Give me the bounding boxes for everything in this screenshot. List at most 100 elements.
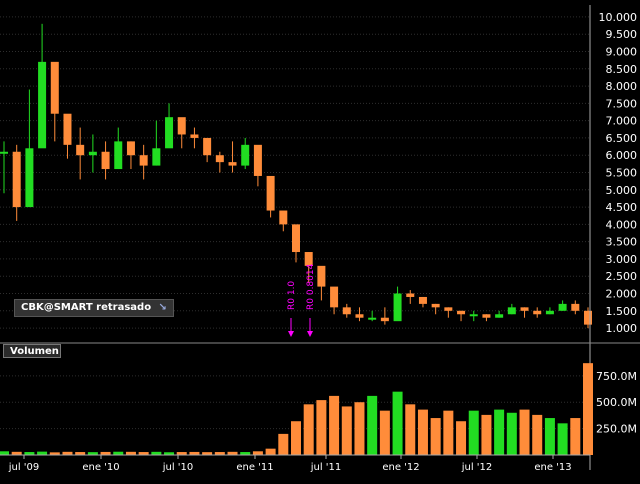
candle-body xyxy=(165,117,174,149)
candle-body xyxy=(406,293,415,297)
price-tick-label: 6.000 xyxy=(606,149,638,162)
annotations: R0 1.0 R0 0.8014 xyxy=(287,263,316,337)
volume-bar xyxy=(252,451,263,455)
candle-body xyxy=(215,155,224,163)
price-tick-label: 1.500 xyxy=(606,305,638,318)
candle-body xyxy=(355,314,364,318)
volume-bar xyxy=(303,404,314,455)
volume-bar xyxy=(583,363,593,455)
volume-bar xyxy=(379,410,390,455)
volume-bar xyxy=(291,421,301,455)
price-tick-label: 2.500 xyxy=(606,270,638,283)
candle-body xyxy=(571,303,580,311)
volume-bar xyxy=(544,418,555,455)
volume-bar xyxy=(329,395,340,455)
price-tick-label: 7.000 xyxy=(606,115,638,128)
volume-bar xyxy=(316,400,327,455)
candle-body xyxy=(558,303,567,311)
volume-bar xyxy=(417,409,428,455)
volume-bar xyxy=(570,418,581,455)
volume-bar xyxy=(532,414,543,455)
candle-body xyxy=(507,307,516,315)
candle-body xyxy=(545,310,554,315)
volume-bar xyxy=(0,451,9,455)
candle-body xyxy=(126,141,135,156)
candle-body xyxy=(0,151,8,154)
volume-bar xyxy=(506,412,517,455)
volume-bar xyxy=(430,418,441,455)
candle-body xyxy=(241,144,250,166)
volume-tick-label: 500.0M xyxy=(596,396,637,409)
candle-body xyxy=(495,314,504,318)
annotation-arrowhead xyxy=(307,331,313,337)
volume-bars xyxy=(0,363,593,456)
chart-canvas: 1.000 1.500 2.000 2.500 3.000 3.500 4.000 4.500… xyxy=(0,5,640,473)
price-tick-label: 8.000 xyxy=(606,80,638,93)
volume-bar xyxy=(456,421,467,455)
volume-tick-label: 250.0M xyxy=(596,423,637,436)
volume-bar xyxy=(405,404,416,455)
volume-bar xyxy=(367,395,378,455)
date-tick-label: ene '12 xyxy=(382,462,419,473)
price-tick-label: 5.500 xyxy=(606,167,638,180)
candle-body xyxy=(457,310,466,315)
volume-axis: 250.0M 500.0M 750.0M xyxy=(596,370,637,436)
date-tick-label: jul '09 xyxy=(8,462,40,473)
candle-body xyxy=(190,134,199,138)
price-tick-label: 3.500 xyxy=(606,236,638,249)
volume-bar xyxy=(265,448,276,455)
candle-body xyxy=(292,224,300,253)
volume-bar xyxy=(392,391,403,455)
annotation-label: R0 0.8014 xyxy=(306,263,316,310)
symbol-badge[interactable]: CBK@SMART retrasado ↘ xyxy=(14,299,174,317)
candle-body xyxy=(418,296,427,304)
volume-tick-label: 750.0M xyxy=(596,370,637,383)
price-tick-label: 4.000 xyxy=(606,218,638,231)
price-tick-label: 9.000 xyxy=(606,45,638,58)
price-tick-label: 4.500 xyxy=(606,201,638,214)
annotation-arrowhead xyxy=(288,331,294,337)
volume-bar xyxy=(468,410,479,455)
candle-body xyxy=(380,317,389,322)
price-tick-label: 10.000 xyxy=(599,11,638,24)
candle-body xyxy=(431,303,440,308)
symbol-text: CBK@SMART retrasado xyxy=(21,302,152,313)
candle-body xyxy=(25,148,34,208)
volume-bar xyxy=(519,409,530,455)
candle-body xyxy=(203,137,212,156)
volume-bar xyxy=(354,402,365,455)
candle-body xyxy=(342,307,351,315)
volume-panel-title: Volumen xyxy=(3,344,61,358)
candle-body xyxy=(88,151,97,156)
candle-body xyxy=(266,175,275,211)
price-tick-label: 9.500 xyxy=(606,28,638,41)
date-tick-label: ene '13 xyxy=(534,462,571,473)
candle-body xyxy=(101,151,110,170)
volume-bar xyxy=(481,414,492,455)
candle-body xyxy=(38,61,47,149)
candle-body xyxy=(393,293,402,322)
candle-body xyxy=(76,144,85,156)
annotation-label: R0 1.0 xyxy=(287,281,297,310)
price-tick-label: 5.000 xyxy=(606,184,638,197)
candle-body xyxy=(520,307,529,311)
candle-body xyxy=(63,113,72,145)
date-tick-label: jul '11 xyxy=(310,462,342,473)
candle-body xyxy=(50,61,59,114)
candle-body xyxy=(253,144,262,176)
volume-bar xyxy=(494,409,505,455)
volume-bar xyxy=(443,410,454,455)
candle-body xyxy=(139,155,148,166)
volume-bar xyxy=(278,433,289,455)
candle-body xyxy=(279,210,288,225)
candle-body xyxy=(533,310,542,315)
price-tick-label: 3.000 xyxy=(606,253,638,266)
candle-body xyxy=(177,117,186,135)
volume-bar xyxy=(557,423,568,455)
date-tick-label: jul '10 xyxy=(162,462,194,473)
candle-body xyxy=(482,314,491,318)
date-tick-label: jul '12 xyxy=(461,462,493,473)
candle-body xyxy=(469,314,478,317)
volume-bar xyxy=(341,406,352,455)
price-tick-label: 1.000 xyxy=(606,322,638,335)
